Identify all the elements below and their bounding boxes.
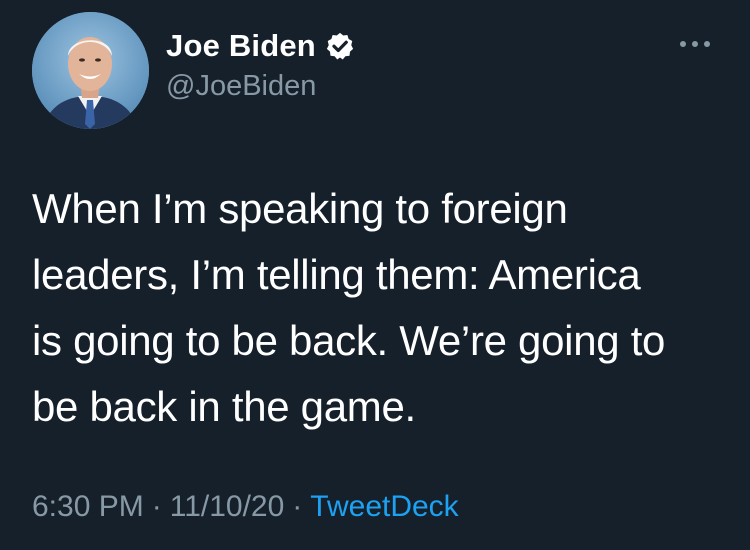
more-options-icon[interactable] bbox=[680, 32, 710, 56]
tweet-date[interactable]: 11/10/20 bbox=[170, 490, 285, 523]
tweet-text-line: be back in the game. bbox=[32, 383, 416, 430]
more-dot bbox=[692, 41, 698, 47]
tweet-card: Joe Biden @JoeBiden When I’m speaking to… bbox=[0, 0, 750, 550]
tweet-text: When I’m speaking to foreign leaders, I’… bbox=[32, 176, 732, 440]
avatar-photo bbox=[32, 12, 149, 129]
verified-badge-icon bbox=[325, 31, 355, 61]
tweet-text-line: is going to be back. We’re going to bbox=[32, 317, 666, 364]
author-name-row: Joe Biden bbox=[166, 27, 355, 65]
author-handle[interactable]: @JoeBiden bbox=[166, 70, 316, 103]
more-dot bbox=[680, 41, 686, 47]
meta-separator: · bbox=[151, 490, 162, 523]
tweet-source-link[interactable]: TweetDeck bbox=[310, 490, 458, 523]
tweet-text-line: When I’m speaking to foreign bbox=[32, 185, 568, 232]
tweet-time[interactable]: 6:30 PM bbox=[32, 490, 144, 523]
more-dot bbox=[704, 41, 710, 47]
meta-separator: · bbox=[292, 490, 303, 523]
author-avatar[interactable] bbox=[32, 12, 149, 129]
author-display-name[interactable]: Joe Biden bbox=[166, 28, 316, 64]
tweet-metadata: 6:30 PM · 11/10/20 · TweetDeck bbox=[32, 490, 459, 524]
tweet-text-line: leaders, I’m telling them: America bbox=[32, 251, 641, 298]
